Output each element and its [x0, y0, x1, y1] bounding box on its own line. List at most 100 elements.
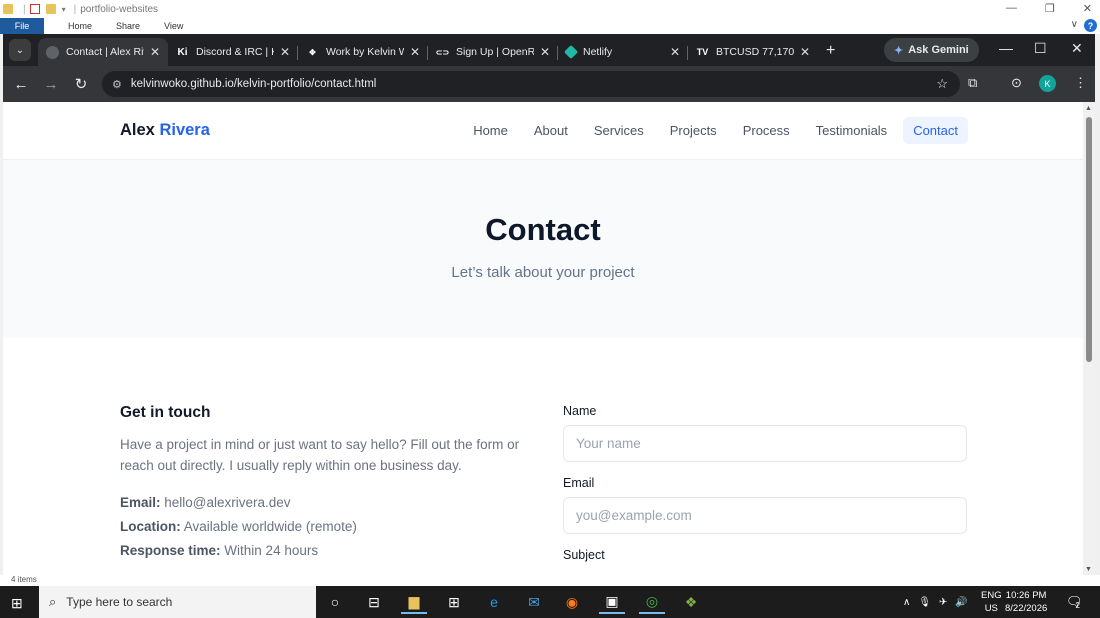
folder-icon [3, 4, 13, 14]
explorer-close-icon[interactable]: ✕ [1083, 2, 1092, 15]
globe-icon [46, 45, 59, 59]
address-bar[interactable]: ⚙ kelvinwoko.github.io/kelvin-portfolio/… [102, 71, 960, 97]
name-input[interactable] [563, 425, 967, 462]
new-tab-button[interactable]: + [826, 42, 835, 60]
profile-avatar[interactable]: K [1039, 75, 1056, 92]
tab-netlify[interactable]: Netlify ✕ [558, 38, 688, 66]
extensions-icon[interactable]: ⧉ [968, 75, 977, 91]
tab-btcusd[interactable]: TV BTCUSD 77,170 ✕ [688, 38, 818, 66]
taskbar: ⊞ ⌕ Type here to search ○ ⊟ ▆ ⊞ e ✉ ◉ ▣ … [0, 586, 1100, 618]
notification-center[interactable]: 🗨 2 [1066, 586, 1083, 618]
ribbon-tab-file[interactable]: File [0, 18, 44, 34]
explorer-window: | ▾ | portfolio-websites — ❐ ✕ File Home… [0, 0, 1100, 34]
nav-about[interactable]: About [524, 117, 578, 144]
email-input[interactable] [563, 497, 967, 534]
url-text[interactable]: kelvinwoko.github.io/kelvin-portfolio/co… [131, 78, 376, 90]
ribbon-expand-icon[interactable]: ∨ [1071, 19, 1078, 30]
scrollbar-thumb[interactable] [1086, 117, 1092, 362]
language-indicator[interactable]: ENG US [981, 586, 1002, 618]
info-response-value: Within 24 hours [224, 543, 319, 558]
explorer-minimize-icon[interactable]: — [1006, 2, 1017, 15]
clock-date: 8/22/2026 [1005, 603, 1048, 614]
tab-work[interactable]: ✥ Work by Kelvin W ✕ [298, 38, 428, 66]
windows-start-icon[interactable]: ⊞ [11, 595, 23, 612]
nav-projects[interactable]: Projects [660, 117, 727, 144]
new-folder-icon[interactable] [45, 4, 56, 14]
terminal-icon[interactable]: ▣ [599, 590, 625, 614]
explorer-restore-icon[interactable]: ❐ [1045, 2, 1055, 15]
file-explorer-icon[interactable]: ▆ [401, 590, 427, 614]
minimize-icon[interactable]: — [999, 40, 1013, 56]
nav-process[interactable]: Process [733, 117, 800, 144]
browser-window: ⌄ Contact | Alex Riv ✕ Ki Discord & IRC … [3, 34, 1095, 575]
tab-openrouter[interactable]: ⊂⊃ Sign Up | OpenR ✕ [428, 38, 558, 66]
browser-toolbar: ← → ↻ ⚙ kelvinwoko.github.io/kelvin-port… [3, 66, 1095, 102]
ribbon-tab-home[interactable]: Home [68, 21, 92, 31]
tab-search-icon[interactable]: ⌄ [9, 39, 31, 61]
reload-icon[interactable]: ↻ [66, 75, 96, 93]
edge-icon[interactable]: e [481, 590, 507, 614]
tab-title: BTCUSD 77,170 [716, 46, 794, 58]
info-email-label: Email: [120, 495, 161, 510]
firefox-icon[interactable]: ◉ [559, 590, 585, 614]
maximize-icon[interactable]: ☐ [1034, 40, 1047, 57]
network-icon[interactable]: ✈ [939, 597, 947, 608]
tray-overflow-icon[interactable]: ∧ [903, 597, 910, 608]
bookmark-star-icon[interactable]: ☆ [936, 76, 948, 92]
back-icon[interactable]: ← [6, 76, 36, 93]
email-label: Email [563, 476, 595, 490]
info-location: Location: Available worldwide (remote) [120, 519, 520, 534]
properties-icon[interactable] [29, 4, 40, 14]
explorer-titlebar: | ▾ | portfolio-websites [0, 0, 1100, 18]
close-tab-icon[interactable]: ✕ [150, 45, 160, 59]
item-count: 4 items [11, 575, 37, 584]
close-tab-icon[interactable]: ✕ [800, 45, 810, 59]
close-tab-icon[interactable]: ✕ [410, 45, 420, 59]
downloads-icon[interactable]: ⊙ [1011, 75, 1022, 91]
site-nav: Home About Services Projects Process Tes… [457, 117, 968, 144]
menu-icon[interactable]: ⋮ [1074, 75, 1087, 91]
store-icon[interactable]: ⊞ [441, 590, 467, 614]
info-response: Response time: Within 24 hours [120, 543, 520, 558]
ask-gemini-button[interactable]: ✦ Ask Gemini [884, 38, 979, 62]
mail-icon[interactable]: ✉ [521, 590, 547, 614]
close-tab-icon[interactable]: ✕ [670, 45, 680, 59]
volume-icon[interactable]: 🔊 [955, 597, 967, 608]
ribbon-tab-view[interactable]: View [164, 21, 183, 31]
ribbon-tab-share[interactable]: Share [116, 21, 140, 31]
help-icon[interactable]: ? [1084, 19, 1097, 32]
page-viewport: Alex Rivera Home About Services Projects… [3, 102, 1083, 575]
app-icon[interactable]: ❖ [678, 590, 704, 614]
task-view-icon[interactable]: ○ [322, 590, 348, 614]
openrouter-icon: ⊂⊃ [435, 47, 450, 57]
site-logo[interactable]: Alex Rivera [120, 121, 210, 140]
taskbar-search[interactable]: ⌕ Type here to search [39, 586, 316, 618]
nav-services[interactable]: Services [584, 117, 654, 144]
nav-home[interactable]: Home [463, 117, 518, 144]
close-tab-icon[interactable]: ✕ [280, 45, 290, 59]
close-tab-icon[interactable]: ✕ [540, 45, 550, 59]
tab-discord[interactable]: Ki Discord & IRC | K ✕ [168, 38, 298, 66]
info-email-value[interactable]: hello@alexrivera.dev [164, 495, 290, 510]
get-in-touch-heading: Get in touch [120, 404, 211, 421]
info-response-label: Response time: [120, 543, 221, 558]
chrome-icon[interactable]: ◎ [639, 590, 665, 614]
gemini-sparkle-icon: ✦ [894, 44, 904, 57]
nav-testimonials[interactable]: Testimonials [806, 117, 898, 144]
gemini-label: Ask Gemini [908, 44, 969, 56]
subject-label: Subject [563, 548, 605, 562]
page-scrollbar[interactable]: ▲ ▼ [1083, 102, 1095, 575]
site-info-icon[interactable]: ⚙ [112, 78, 122, 91]
tab-contact[interactable]: Contact | Alex Riv ✕ [38, 38, 168, 66]
widgets-icon[interactable]: ⊟ [361, 590, 387, 614]
dropdown-icon[interactable]: ▾ [62, 5, 66, 14]
tab-title: Work by Kelvin W [326, 46, 404, 58]
scroll-down-icon[interactable]: ▼ [1085, 566, 1092, 573]
taskbar-clock[interactable]: 10:26 PM 8/22/2026 [1005, 589, 1047, 615]
microphone-icon[interactable]: 🎙 [918, 597, 931, 608]
close-window-icon[interactable]: ✕ [1071, 40, 1083, 57]
tab-title: Sign Up | OpenR [456, 46, 534, 58]
forward-icon[interactable]: → [36, 76, 66, 93]
nav-contact[interactable]: Contact [903, 117, 968, 144]
scroll-up-icon[interactable]: ▲ [1085, 105, 1092, 112]
